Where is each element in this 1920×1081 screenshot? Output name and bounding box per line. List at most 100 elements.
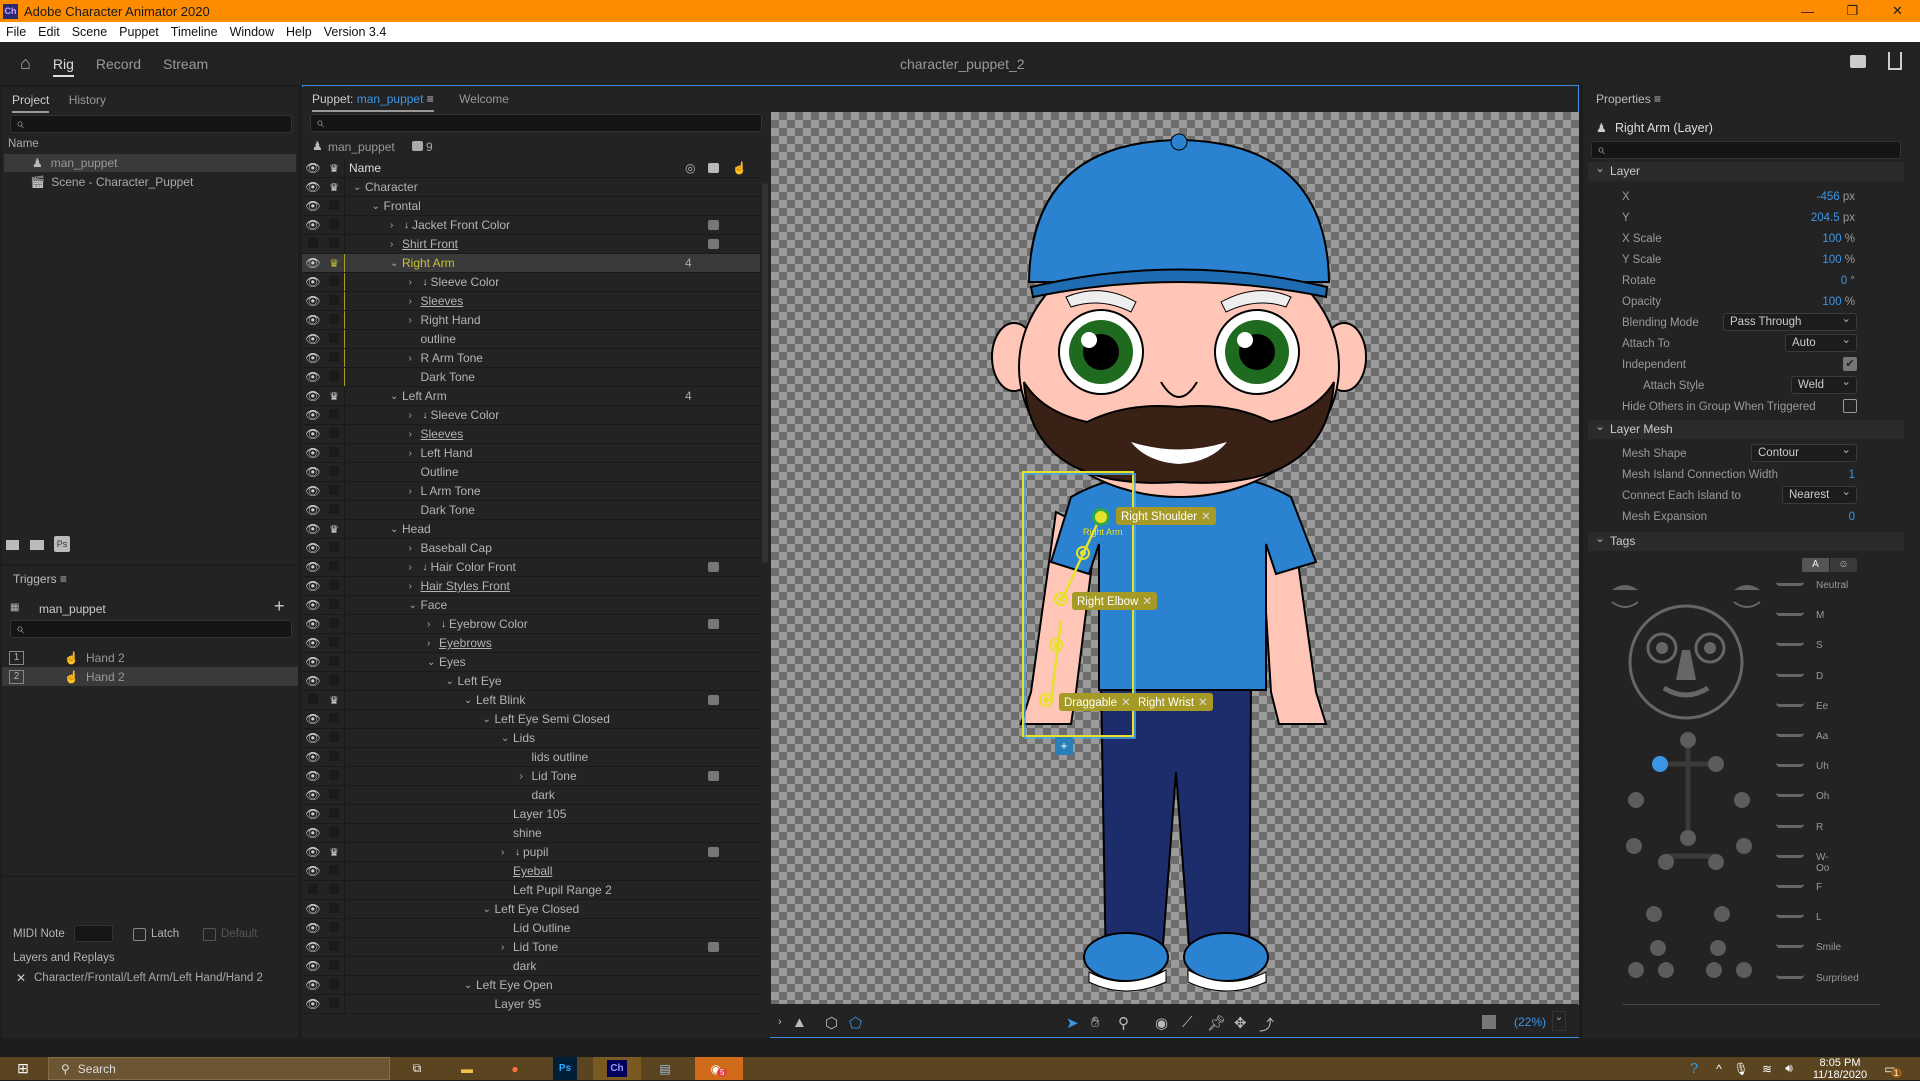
layer-row[interactable]: 👁︎ › ↓ Jacket Front Color — [302, 216, 760, 235]
layer-row[interactable]: 👁︎ ♛ › ↓ pupil — [302, 843, 760, 862]
chevron-down-icon[interactable]: ⌄ — [464, 980, 476, 991]
chevron-down-icon[interactable]: ⌄ — [446, 676, 458, 687]
section-tags[interactable]: Tags — [1588, 529, 1904, 551]
visibility-toggle-icon[interactable]: 👁︎ — [302, 313, 324, 327]
add-handle-button[interactable]: + — [1055, 737, 1073, 755]
feedback-icon[interactable] — [1850, 55, 1866, 68]
visibility-toggle-icon[interactable]: 👁︎ — [302, 636, 324, 650]
panel-menu-icon[interactable]: ≡ — [60, 572, 67, 586]
independent-toggle[interactable] — [324, 883, 344, 897]
independent-toggle[interactable] — [324, 313, 344, 327]
viseme-icon[interactable] — [1776, 944, 1804, 949]
tab-history[interactable]: History — [69, 93, 106, 107]
visibility-toggle-icon[interactable]: 👁︎ — [302, 541, 324, 555]
independent-crown-icon[interactable]: ♛ — [324, 694, 344, 707]
layer-row[interactable]: 👁︎ › Right Hand — [302, 311, 760, 330]
visibility-toggle-icon[interactable]: 👁︎ — [302, 997, 324, 1011]
discord-icon[interactable]: ◉ 5 — [695, 1057, 743, 1080]
wifi-icon[interactable]: ≋ — [1760, 1057, 1774, 1080]
handle-right-shoulder[interactable] — [1092, 508, 1110, 526]
viseme-label[interactable]: Aa — [1816, 731, 1828, 742]
mesh-shape-select[interactable]: Contour — [1751, 442, 1857, 462]
project-search-input[interactable] — [10, 115, 292, 133]
chevron-right-icon[interactable]: › — [409, 562, 421, 573]
visibility-toggle-icon[interactable]: 👁︎ — [302, 845, 324, 859]
visibility-toggle-icon[interactable]: 👁︎ — [302, 256, 324, 270]
viseme-icon[interactable] — [1776, 733, 1804, 737]
viseme-label[interactable]: R — [1816, 822, 1823, 833]
visibility-toggle-icon[interactable]: 👁︎ — [302, 579, 324, 593]
independent-toggle[interactable] — [324, 598, 344, 612]
chevron-right-icon[interactable]: › — [409, 410, 421, 421]
layer-row[interactable]: 👁︎ dark — [302, 786, 760, 805]
zoom-icon[interactable]: ⚲ — [1118, 1014, 1129, 1032]
viseme-label[interactable]: L — [1816, 912, 1822, 923]
viseme-label[interactable]: Surprised — [1816, 973, 1859, 984]
independent-toggle[interactable] — [324, 674, 344, 688]
mesh-expansion-value[interactable]: 0 — [1820, 511, 1855, 523]
visibility-toggle-icon[interactable]: 👁︎ — [302, 617, 324, 631]
chevron-right-icon[interactable]: › — [409, 486, 421, 497]
layer-row[interactable]: Left Pupil Range 2 — [302, 881, 760, 900]
viseme-label[interactable]: Neutral — [1816, 580, 1848, 591]
visibility-toggle-icon[interactable]: 👁︎ — [302, 218, 324, 232]
independent-toggle[interactable] — [324, 351, 344, 365]
independent-toggle[interactable] — [324, 579, 344, 593]
chevron-down-icon[interactable]: ⌄ — [390, 524, 402, 535]
visibility-toggle-icon[interactable]: 👁︎ — [302, 655, 324, 669]
independent-toggle[interactable] — [324, 218, 344, 232]
layer-row[interactable]: 👁︎ › Sleeves — [302, 425, 760, 444]
visibility-toggle-icon[interactable] — [302, 883, 324, 897]
body-joint-tag[interactable] — [1628, 962, 1644, 978]
layer-row[interactable]: 👁︎ ⌄ Eyes — [302, 653, 760, 672]
body-joint-tag[interactable] — [1646, 906, 1662, 922]
layer-row[interactable]: 👁︎ outline — [302, 330, 760, 349]
independent-toggle[interactable] — [324, 902, 344, 916]
viseme-icon[interactable] — [1776, 703, 1804, 707]
independent-toggle[interactable] — [324, 560, 344, 574]
menu-timeline[interactable]: Timeline — [165, 25, 224, 39]
independent-crown-icon[interactable]: ♛ — [324, 846, 344, 859]
layer-row[interactable]: 👁︎ shine — [302, 824, 760, 843]
visibility-toggle-icon[interactable]: 👁︎ — [302, 921, 324, 935]
body-joint-tag[interactable] — [1658, 854, 1674, 870]
viseme-label[interactable]: W-Oo — [1816, 852, 1829, 874]
body-joint-tag[interactable] — [1652, 756, 1668, 772]
visibility-toggle-icon[interactable]: 👁︎ — [302, 484, 324, 498]
layer-row[interactable]: 👁︎ dark — [302, 957, 760, 976]
independent-toggle[interactable] — [324, 731, 344, 745]
visibility-toggle-icon[interactable]: 👁︎ — [302, 275, 324, 289]
tags-mode-text-button[interactable]: A — [1802, 558, 1829, 572]
independent-crown-icon[interactable]: ♛ — [324, 257, 344, 270]
layer-row[interactable]: 👁︎ › Left Hand — [302, 444, 760, 463]
independent-toggle[interactable] — [324, 237, 344, 251]
layer-row[interactable]: 👁︎ Dark Tone — [302, 501, 760, 520]
prop-yscale-value[interactable]: 100 % — [1780, 254, 1855, 266]
visibility-toggle-icon[interactable] — [302, 693, 324, 707]
tab-stream[interactable]: Stream — [163, 56, 208, 72]
visibility-toggle-icon[interactable] — [302, 237, 324, 251]
close-button[interactable]: ✕ — [1875, 0, 1920, 22]
independent-toggle[interactable] — [324, 408, 344, 422]
layer-row[interactable]: 👁︎ ⌄ Left Eye — [302, 672, 760, 691]
body-joint-tag[interactable] — [1626, 838, 1642, 854]
layer-row[interactable]: 👁︎ Lid Outline — [302, 919, 760, 938]
independent-toggle[interactable] — [324, 807, 344, 821]
chevron-down-icon[interactable]: ⌄ — [390, 391, 402, 402]
visibility-toggle-icon[interactable]: 👁︎ — [302, 674, 324, 688]
body-joint-tag[interactable] — [1680, 732, 1696, 748]
new-folder-icon[interactable] — [30, 540, 44, 550]
viseme-icon[interactable] — [1776, 884, 1804, 888]
independent-checkbox[interactable]: ✔ — [1843, 357, 1857, 371]
chevron-right-icon[interactable]: › — [427, 619, 439, 630]
firefox-icon[interactable]: ● — [503, 1057, 527, 1080]
menu-file[interactable]: File — [0, 25, 32, 39]
independent-toggle[interactable] — [324, 617, 344, 631]
independent-toggle[interactable] — [324, 788, 344, 802]
body-joint-tag[interactable] — [1628, 792, 1644, 808]
layer-row[interactable]: 👁︎ › Lid Tone — [302, 938, 760, 957]
independent-toggle[interactable] — [324, 446, 344, 460]
hand-icon[interactable]: ✋︎ — [1091, 1014, 1100, 1031]
independent-toggle[interactable] — [324, 370, 344, 384]
visibility-toggle-icon[interactable]: 👁︎ — [302, 864, 324, 878]
